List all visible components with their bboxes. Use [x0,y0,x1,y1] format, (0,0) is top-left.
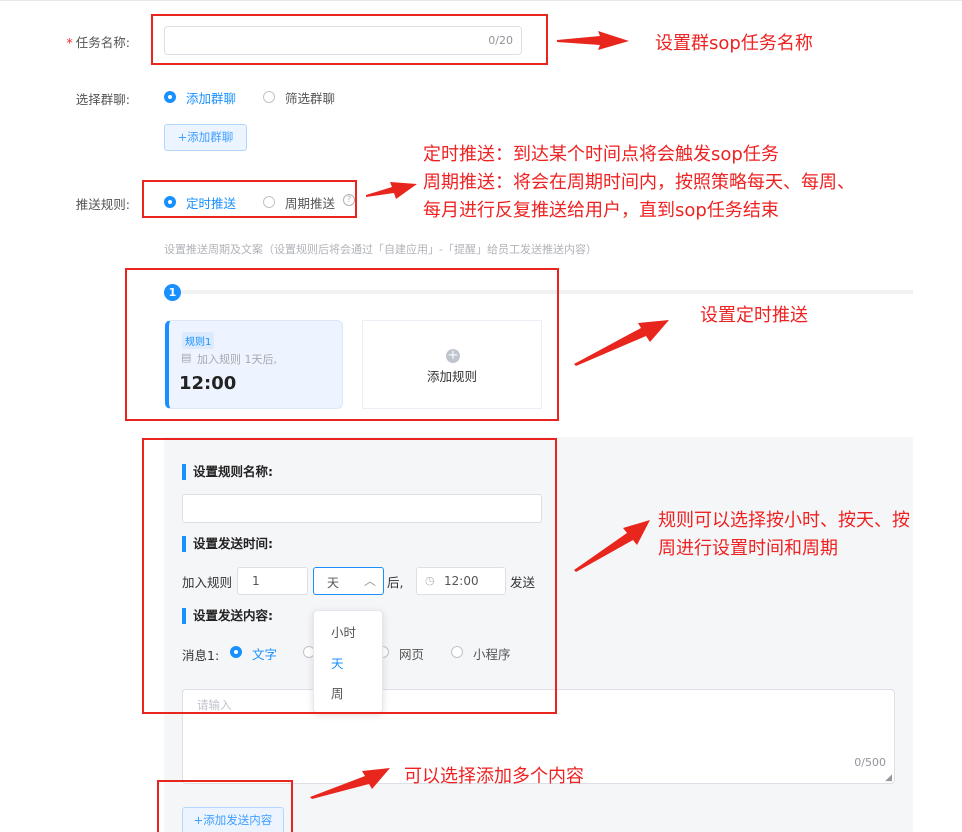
arrow-push-rule [366,182,417,199]
arrow-multi-content [310,768,390,799]
annotation-task-name: 设置群sop任务名称 [655,33,813,54]
arrow-timed-push [574,320,669,366]
annotation-rules-line-1: 规则可以选择按小时、按天、按 [658,510,910,531]
annotation-timed-push: 设置定时推送 [700,305,808,326]
annotation-multi-content: 可以选择添加多个内容 [404,766,584,787]
annotation-push-rule-line-1: 定时推送：到达某个时间点将会触发sop任务 [423,144,779,165]
arrow-task-name [557,31,629,50]
annotation-rules-line-2: 周进行设置时间和周期 [658,538,838,559]
annotation-arrows [310,31,669,799]
annotation-push-rule-line-3: 每月进行反复推送给用户，直到sop任务结束 [423,200,779,221]
arrow-rules [574,520,650,572]
annotation-push-rule-line-2: 周期推送：将会在周期时间内，按照策略每天、每周、 [423,172,855,193]
